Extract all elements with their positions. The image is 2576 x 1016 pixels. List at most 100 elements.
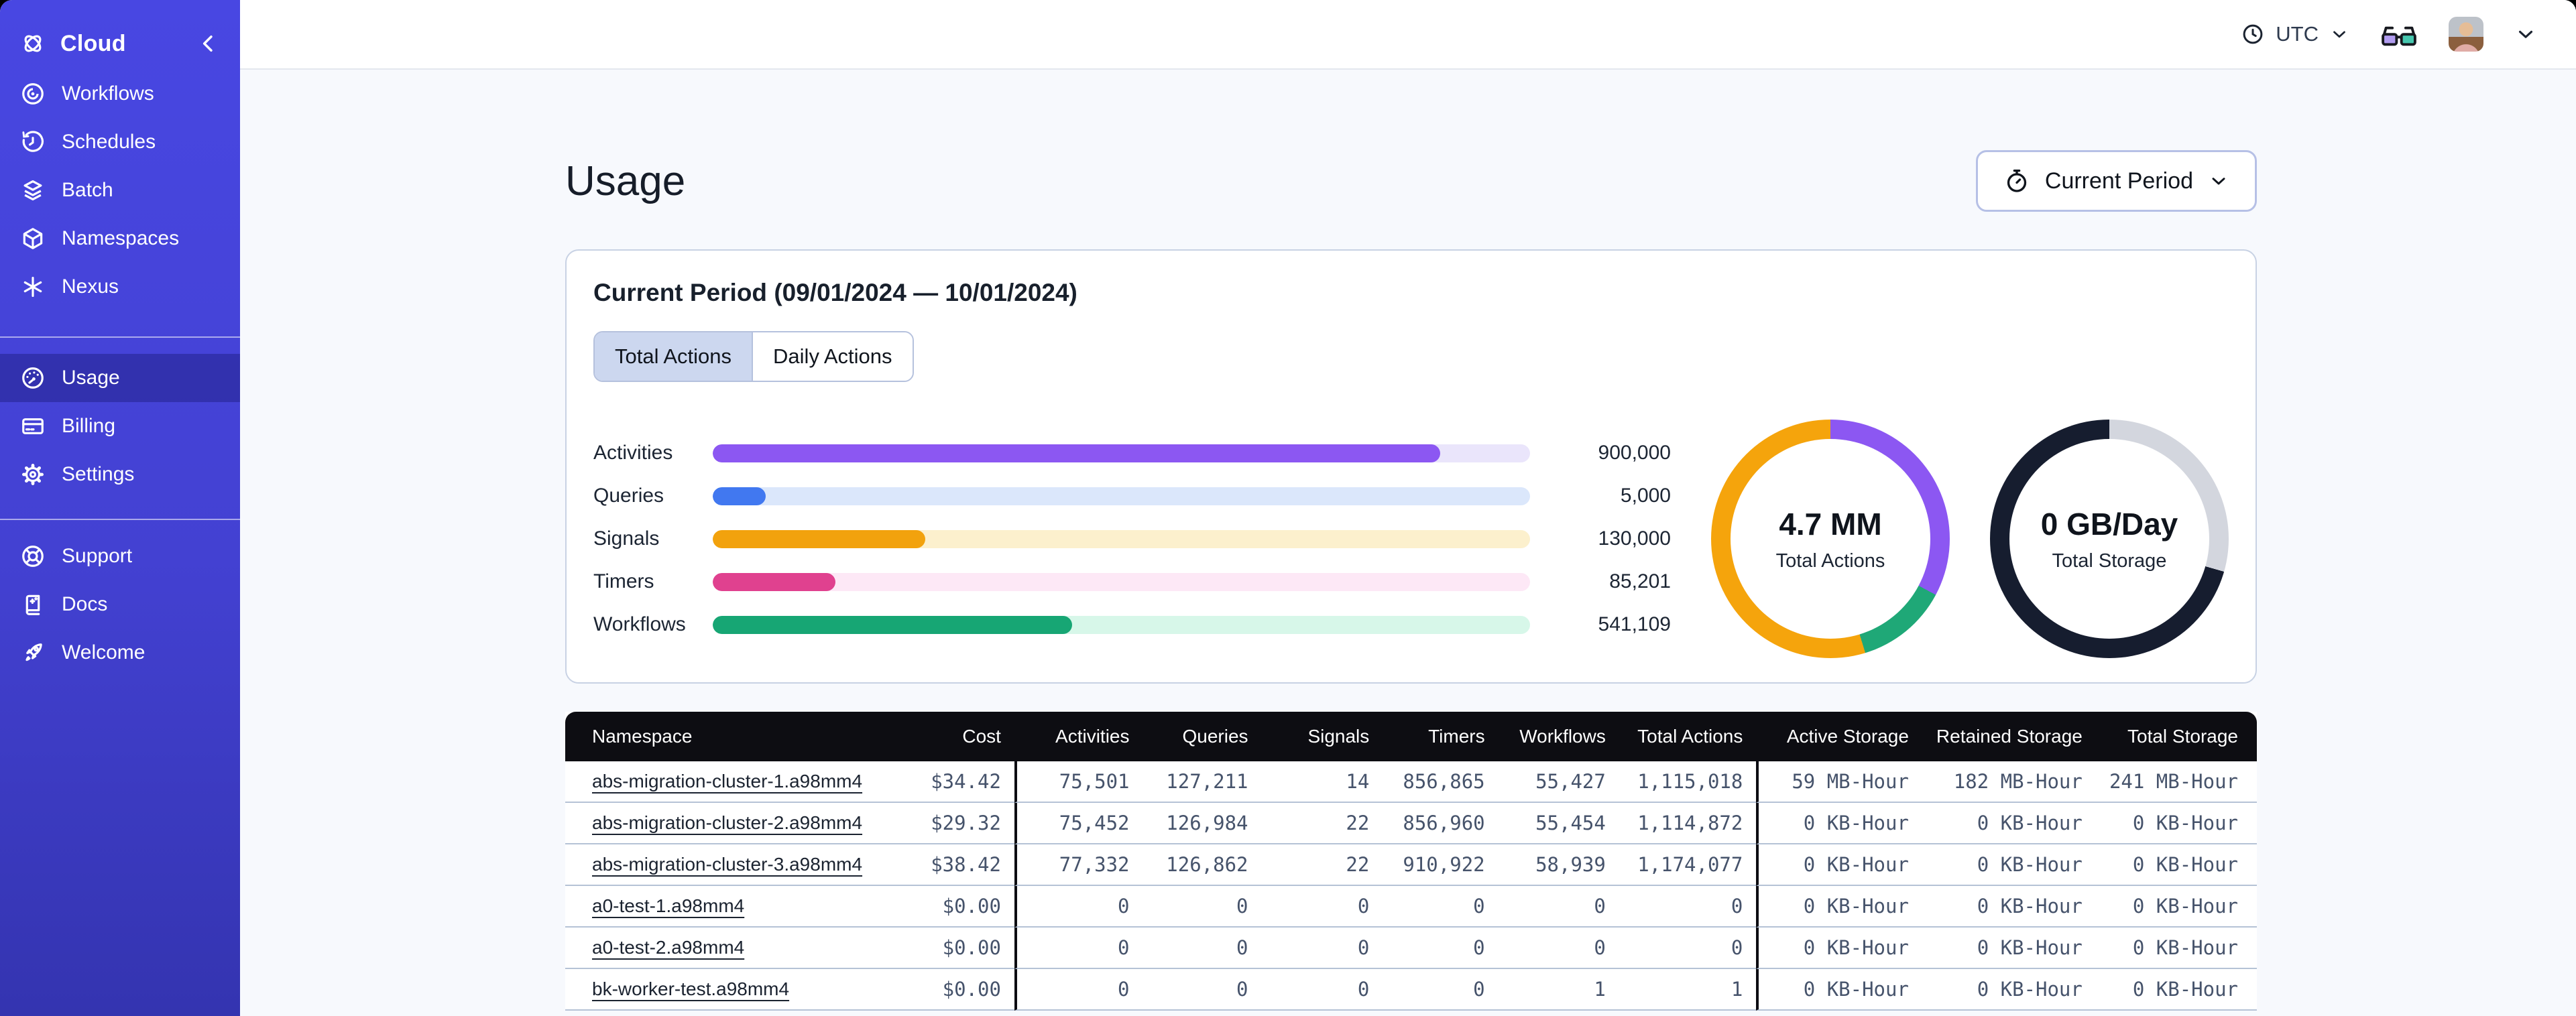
sidebar-item-batch[interactable]: Batch: [0, 166, 240, 214]
cell-total-storage: 0 KB-Hour: [2095, 803, 2257, 844]
bar-label: Timers: [593, 570, 654, 592]
timezone-selector[interactable]: UTC: [2241, 22, 2349, 46]
sidebar-item-label: Workflows: [62, 82, 154, 105]
timezone-label: UTC: [2276, 22, 2319, 46]
table-row: abs-migration-cluster-1.a98mm4 $34.42 75…: [565, 761, 2257, 803]
sidebar-item-label: Nexus: [62, 275, 119, 298]
col-cost: Cost: [876, 712, 1014, 761]
cell-workflows: 0: [1498, 886, 1619, 928]
sidebar-divider: [0, 519, 240, 520]
namespace-link[interactable]: abs-migration-cluster-2.a98mm4: [592, 812, 862, 833]
cell-signals: 22: [1261, 844, 1383, 886]
sidebar-item-workflows[interactable]: Workflows: [0, 70, 240, 118]
brand-label: Cloud: [60, 30, 126, 56]
cell-timers: 0: [1383, 886, 1499, 928]
cell-signals: 0: [1261, 969, 1383, 1011]
sidebar-item-settings[interactable]: Settings: [0, 450, 240, 499]
namespace-link[interactable]: a0-test-2.a98mm4: [592, 937, 744, 958]
sidebar-item-label: Welcome: [62, 641, 145, 663]
donut-value: 0 GB/Day: [2040, 506, 2178, 542]
sidebar-item-namespaces[interactable]: Namespaces: [0, 214, 240, 263]
cell-timers: 856,865: [1383, 761, 1499, 803]
cell-queries: 0: [1143, 969, 1262, 1011]
page-title: Usage: [565, 157, 686, 204]
bar-row-signals: Signals 130,000: [593, 517, 1671, 560]
sidebar-divider: [0, 336, 240, 338]
cell-activities: 0: [1014, 928, 1143, 969]
bar-fill: [713, 529, 925, 548]
support-lifebuoy-icon: [20, 544, 46, 569]
chevron-down-icon: [2208, 170, 2229, 192]
sidebar-item-nexus[interactable]: Nexus: [0, 263, 240, 311]
namespace-link[interactable]: abs-migration-cluster-3.a98mm4: [592, 854, 862, 875]
docs-book-icon: [20, 592, 46, 617]
cell-workflows: 55,454: [1498, 803, 1619, 844]
col-namespace: Namespace: [565, 712, 876, 761]
cell-total-storage: 0 KB-Hour: [2095, 928, 2257, 969]
namespace-usage-table: Namespace Cost Activities Queries Signal…: [565, 712, 2257, 1011]
sidebar-item-billing[interactable]: Billing: [0, 402, 240, 450]
period-select-button[interactable]: Current Period: [1975, 150, 2257, 212]
sidebar-collapse-button[interactable]: [196, 31, 221, 56]
bar-row-workflows: Workflows 541,109: [593, 603, 1671, 646]
cell-total-actions: 0: [1619, 886, 1757, 928]
billing-card-icon: [20, 414, 46, 439]
sidebar-item-usage[interactable]: Usage: [0, 354, 240, 402]
main-area: UTC Usage Current Period Current Period …: [240, 0, 2576, 1016]
bar-fill: [713, 487, 766, 505]
sidebar: Cloud Workflows Schedules Batch Namespac…: [0, 0, 240, 1016]
cell-active-storage: 0 KB-Hour: [1756, 928, 1922, 969]
col-total-storage: Total Storage: [2095, 712, 2257, 761]
sidebar-item-label: Settings: [62, 463, 135, 485]
cell-signals: 22: [1261, 803, 1383, 844]
bar-value: 5,000: [1620, 485, 1671, 507]
col-active-storage: Active Storage: [1756, 712, 1922, 761]
namespace-link[interactable]: a0-test-1.a98mm4: [592, 895, 744, 916]
schedules-icon: [20, 129, 46, 155]
bar-row-activities: Activities 900,000: [593, 432, 1671, 474]
cell-active-storage: 0 KB-Hour: [1756, 969, 1922, 1011]
cell-cost: $29.32: [876, 803, 1014, 844]
stopwatch-icon: [2003, 168, 2030, 194]
cell-retained-storage: 0 KB-Hour: [1922, 928, 2096, 969]
bar-value: 85,201: [1609, 570, 1671, 592]
cell-active-storage: 0 KB-Hour: [1756, 803, 1922, 844]
namespaces-icon: [20, 226, 46, 251]
sidebar-item-welcome[interactable]: Welcome: [0, 629, 240, 677]
cell-retained-storage: 0 KB-Hour: [1922, 844, 2096, 886]
cell-queries: 126,984: [1143, 803, 1262, 844]
cell-cost: $0.00: [876, 928, 1014, 969]
donut-label: Total Actions: [1775, 550, 1885, 572]
avatar[interactable]: [2449, 17, 2483, 52]
bar-track: [713, 529, 1530, 548]
chevron-down-icon: [2329, 24, 2349, 44]
sidebar-item-label: Batch: [62, 179, 113, 201]
cell-active-storage: 59 MB-Hour: [1756, 761, 1922, 803]
cell-queries: 127,211: [1143, 761, 1262, 803]
glasses-icon[interactable]: [2380, 20, 2418, 48]
namespace-link[interactable]: abs-migration-cluster-1.a98mm4: [592, 771, 862, 791]
actions-bar-chart: Activities 900,000 Queries 5,000 Signals: [593, 432, 1678, 646]
cell-total-actions: 0: [1619, 928, 1757, 969]
cell-timers: 0: [1383, 928, 1499, 969]
actions-tab-group: Total Actions Daily Actions: [593, 331, 914, 382]
sidebar-item-support[interactable]: Support: [0, 532, 240, 580]
account-menu-chevron-down-icon[interactable]: [2514, 23, 2537, 46]
cell-cost: $34.42: [876, 761, 1014, 803]
cell-signals: 0: [1261, 886, 1383, 928]
bar-value: 541,109: [1598, 613, 1671, 635]
donut-center: 0 GB/Day Total Storage: [2009, 439, 2209, 639]
cell-total-storage: 0 KB-Hour: [2095, 886, 2257, 928]
cell-total-actions: 1: [1619, 969, 1757, 1011]
bar-row-timers: Timers 85,201: [593, 560, 1671, 603]
bar-row-queries: Queries 5,000: [593, 474, 1671, 517]
sidebar-item-schedules[interactable]: Schedules: [0, 118, 240, 166]
cell-signals: 0: [1261, 928, 1383, 969]
tab-total-actions[interactable]: Total Actions: [595, 332, 752, 381]
sidebar-item-docs[interactable]: Docs: [0, 580, 240, 629]
nexus-icon: [20, 274, 46, 300]
cell-activities: 75,501: [1014, 761, 1143, 803]
namespace-link[interactable]: bk-worker-test.a98mm4: [592, 978, 789, 999]
tab-daily-actions[interactable]: Daily Actions: [752, 332, 913, 381]
cell-total-storage: 0 KB-Hour: [2095, 969, 2257, 1011]
